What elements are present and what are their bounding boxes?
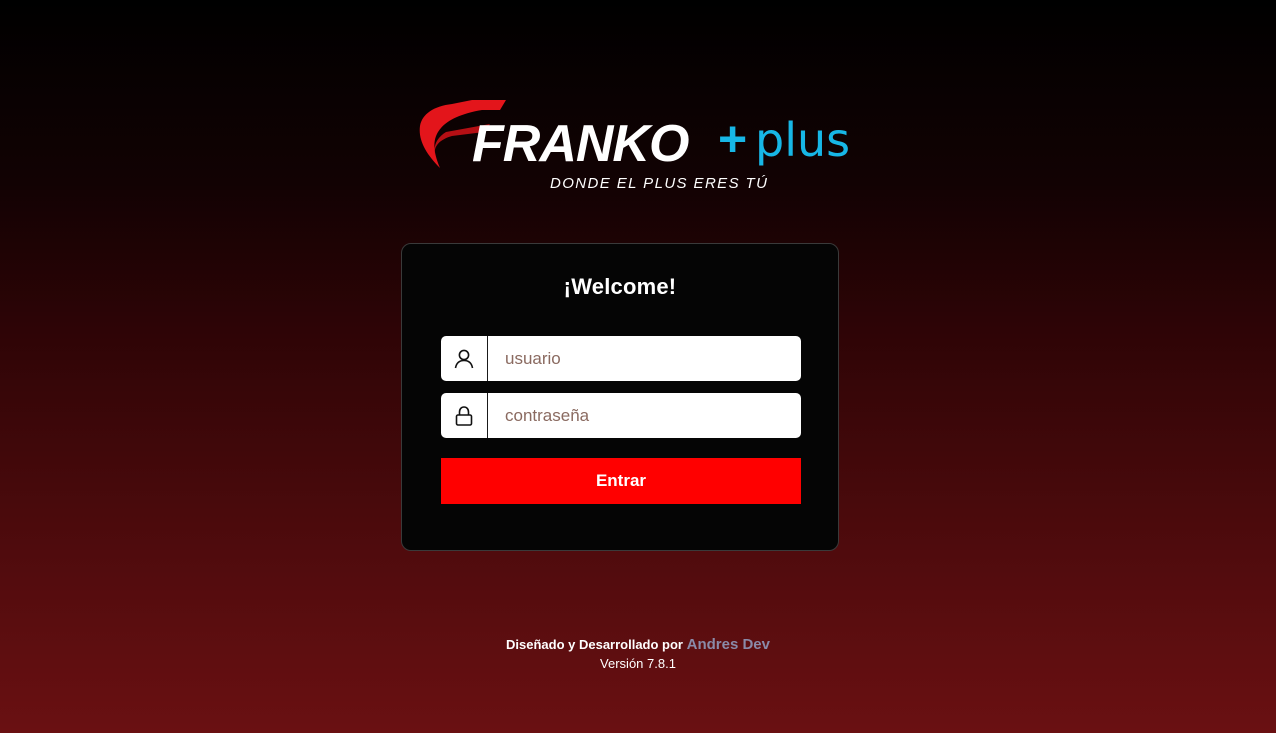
svg-text:plus: plus	[755, 113, 850, 167]
svg-text:FRANKO: FRANKO	[472, 115, 689, 173]
author-link[interactable]: Andres Dev	[687, 636, 770, 653]
username-group	[441, 336, 801, 381]
welcome-title: ¡Welcome!	[563, 274, 677, 299]
version-text: Versión 7.8.1	[600, 656, 676, 671]
brand-logo: FRANKO + plus DONDE EL PLUS ERES TÚ	[412, 96, 862, 196]
username-input[interactable]	[488, 336, 801, 381]
footer: Diseñado y Desarrollado por Andres Dev V…	[0, 636, 1276, 671]
user-icon	[441, 336, 488, 381]
svg-text:+: +	[718, 111, 747, 167]
svg-text:DONDE EL PLUS ERES TÚ: DONDE EL PLUS ERES TÚ	[550, 175, 768, 192]
password-input[interactable]	[488, 393, 801, 438]
password-group	[441, 393, 801, 438]
login-card: ¡Welcome! Entrar	[401, 243, 839, 551]
credit-line: Diseñado y Desarrollado por Andres Dev	[0, 636, 1276, 653]
lock-icon	[441, 393, 488, 438]
credit-text: Diseñado y Desarrollado por	[506, 637, 683, 652]
login-button[interactable]: Entrar	[441, 458, 801, 504]
